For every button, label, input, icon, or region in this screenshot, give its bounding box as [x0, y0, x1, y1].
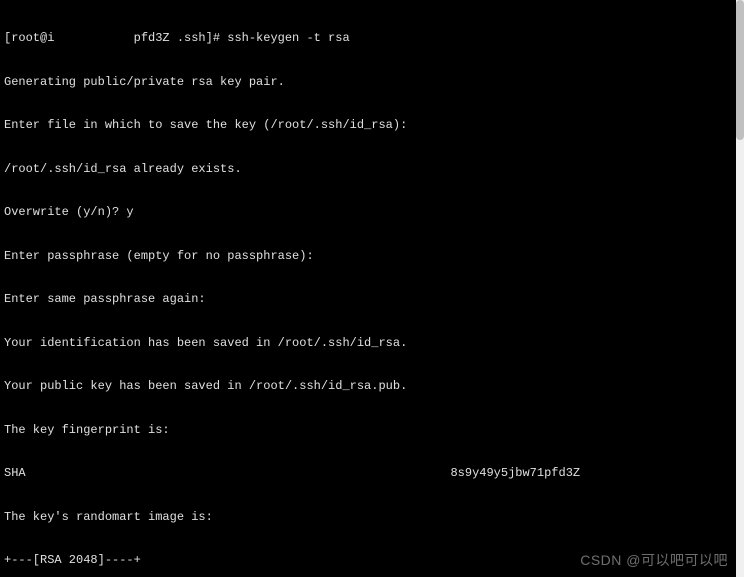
terminal-line: [root@i pfd3Z .ssh]# ssh-keygen -t rsa	[4, 31, 732, 46]
terminal-line: Enter same passphrase again:	[4, 292, 732, 307]
terminal-line: The key's randomart image is:	[4, 510, 732, 525]
terminal-line: SHA 8s9y49y5jbw71pfd3Z	[4, 466, 732, 481]
terminal-line: Your identification has been saved in /r…	[4, 336, 732, 351]
terminal-line: Your public key has been saved in /root/…	[4, 379, 732, 394]
scrollbar-thumb[interactable]	[736, 0, 744, 140]
terminal-line: Enter passphrase (empty for no passphras…	[4, 249, 732, 264]
terminal-line: +---[RSA 2048]----+	[4, 553, 732, 568]
terminal-window[interactable]: [root@i pfd3Z .ssh]# ssh-keygen -t rsa G…	[0, 0, 736, 577]
scrollbar-track[interactable]	[736, 0, 744, 577]
terminal-line: Enter file in which to save the key (/ro…	[4, 118, 732, 133]
terminal-line: Overwrite (y/n)? y	[4, 205, 732, 220]
terminal-line: The key fingerprint is:	[4, 423, 732, 438]
terminal-line: /root/.ssh/id_rsa already exists.	[4, 162, 732, 177]
terminal-line: Generating public/private rsa key pair.	[4, 75, 732, 90]
